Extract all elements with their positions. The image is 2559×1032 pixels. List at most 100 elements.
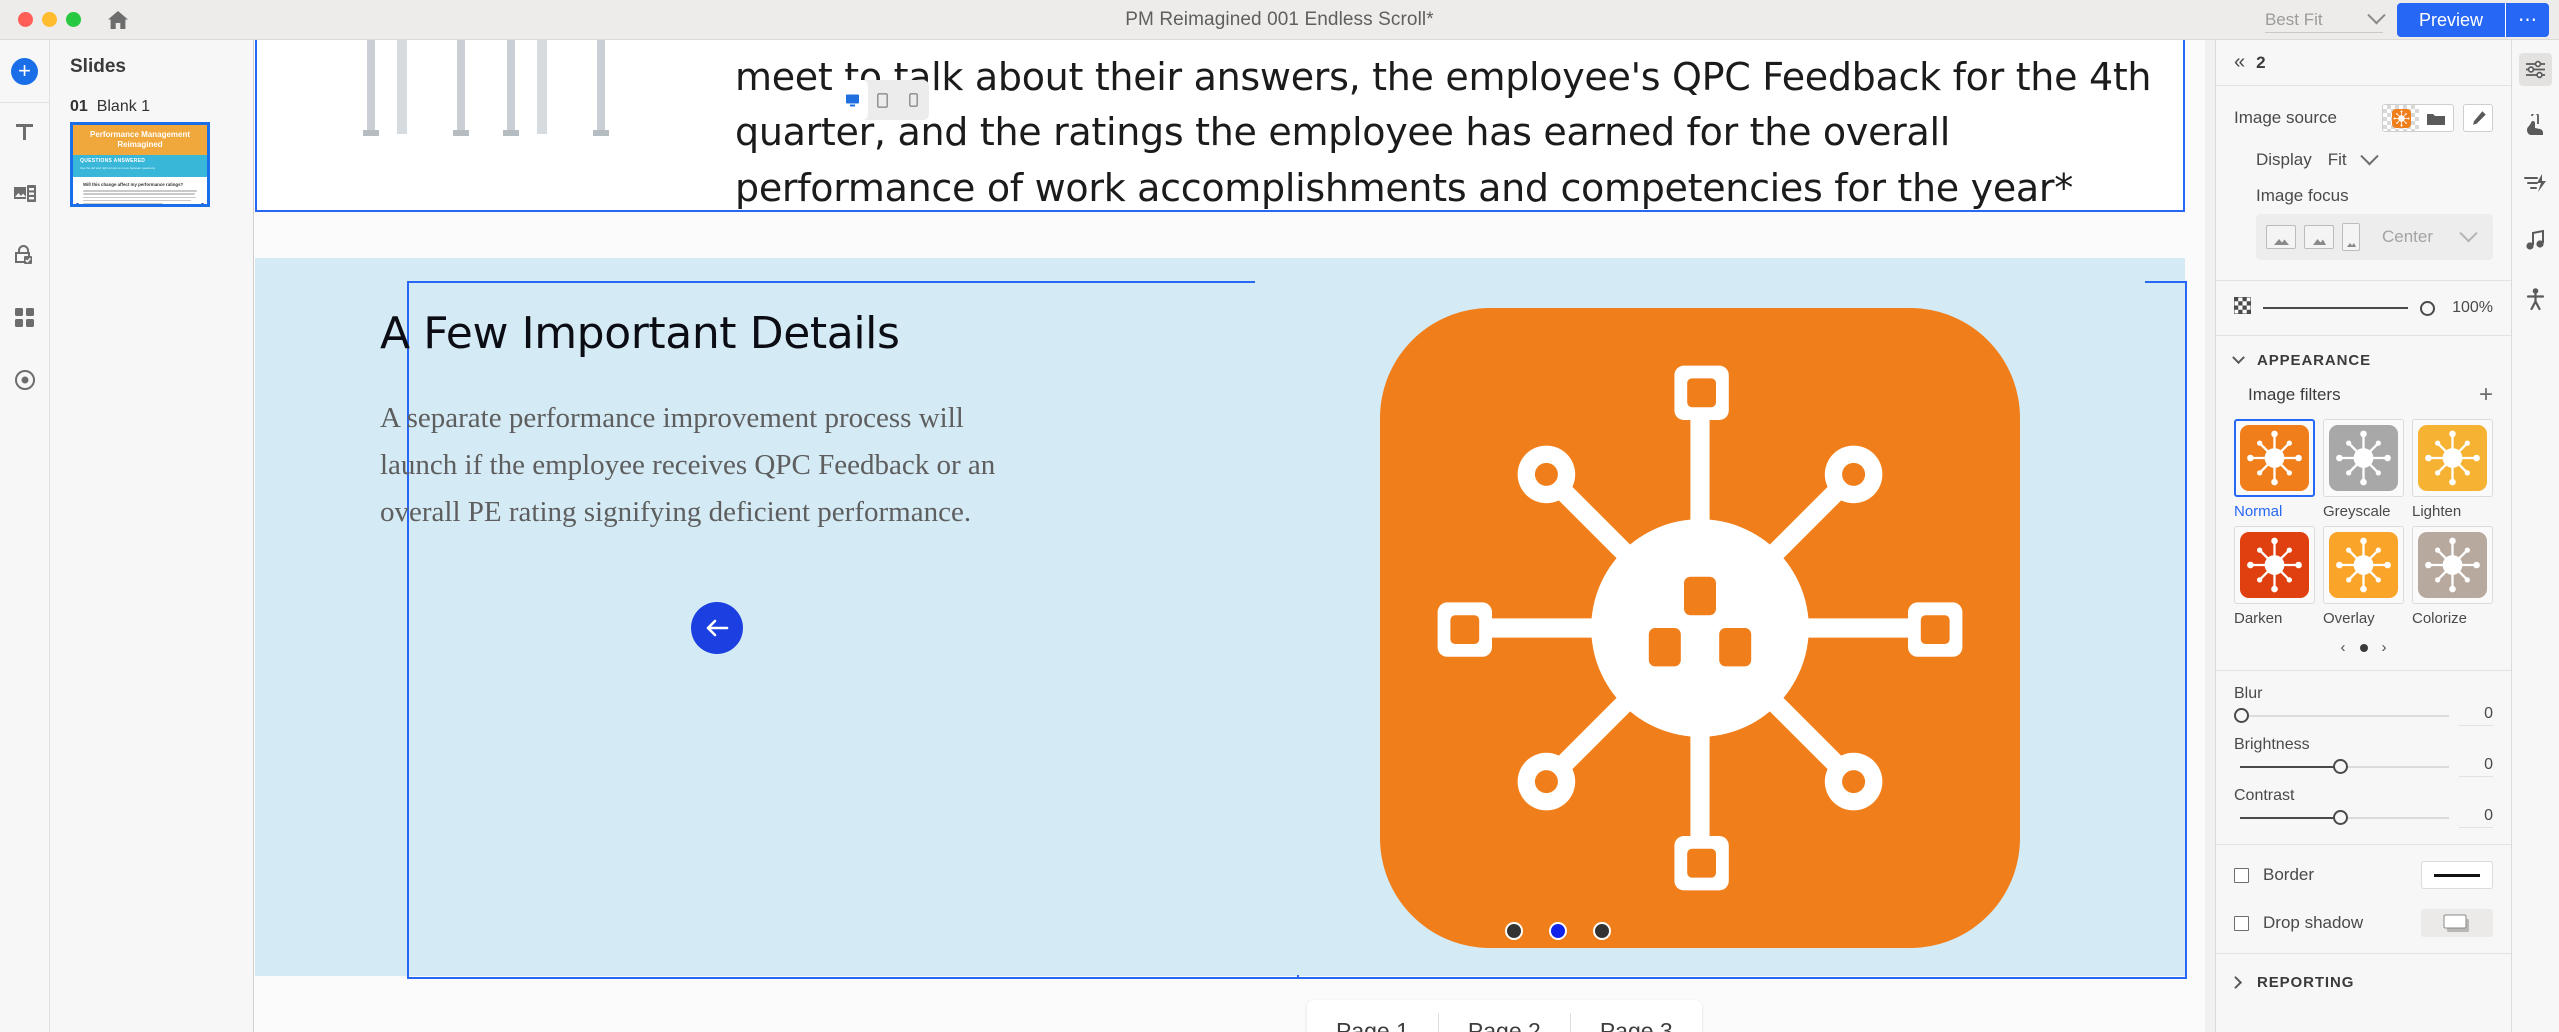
- folder-icon[interactable]: [2419, 105, 2453, 131]
- slide-thumbnail[interactable]: Performance Management Reimagined QUESTI…: [70, 122, 210, 207]
- chevron-down-icon[interactable]: [2359, 146, 2379, 165]
- appearance-section-header[interactable]: APPEARANCE: [2216, 336, 2511, 375]
- thumbnail-body: Will this change affect my performance r…: [73, 177, 207, 204]
- selection-count: 2: [2256, 52, 2266, 72]
- image-zoom-row[interactable]: 100%: [2216, 281, 2511, 336]
- filter-card-colorize[interactable]: Colorize: [2412, 526, 2493, 627]
- display-row[interactable]: Display Fit: [2256, 146, 2493, 170]
- edit-image-button[interactable]: [2463, 104, 2493, 132]
- landscape-focus-icon[interactable]: [2266, 225, 2296, 249]
- drop-shadow-preview[interactable]: [2421, 909, 2493, 937]
- sidebar-item-add[interactable]: +: [0, 40, 49, 102]
- contrast-slider-row[interactable]: 0: [2234, 807, 2493, 828]
- preview-button[interactable]: Preview: [2396, 3, 2505, 37]
- sidebar-item-interaction[interactable]: [0, 227, 49, 289]
- collapse-panel-icon[interactable]: «: [2234, 51, 2245, 74]
- carousel-image[interactable]: [1255, 281, 2145, 975]
- brightness-slider[interactable]: [2234, 759, 2449, 775]
- carousel-copy: A Few Important Details A separate perfo…: [380, 308, 1020, 536]
- border-checkbox[interactable]: [2234, 867, 2249, 883]
- filter-page-next[interactable]: ›: [2382, 639, 2387, 656]
- image-source-picker[interactable]: [2382, 104, 2454, 132]
- narrow-focus-icon[interactable]: [2342, 223, 2360, 251]
- thumbnail-text-line: [83, 196, 196, 199]
- sidebar-item-target[interactable]: [0, 351, 49, 413]
- filter-page-dot[interactable]: [2359, 643, 2368, 652]
- animation-icon: [2524, 173, 2547, 198]
- filter-card-overlay[interactable]: Overlay: [2323, 526, 2404, 627]
- image-filters-label: Image filters: [2248, 385, 2341, 404]
- page-tab-3[interactable]: Page 3: [1571, 1013, 1702, 1032]
- carousel-dot[interactable]: [1505, 922, 1523, 940]
- image-zoom-slider-knob[interactable]: [2420, 300, 2435, 316]
- brightness-slider-row[interactable]: 0: [2234, 756, 2493, 777]
- slide-body-text: A separate performance improvement proce…: [380, 402, 996, 528]
- image-focus-controls[interactable]: Center: [2256, 214, 2493, 260]
- rail-item-accessibility[interactable]: [2512, 272, 2559, 330]
- tablet-view-button[interactable]: [868, 80, 899, 120]
- filter-card-lighten[interactable]: Lighten: [2412, 419, 2493, 520]
- carousel-prev-button[interactable]: [691, 602, 743, 654]
- carousel-dot[interactable]: [1593, 922, 1611, 940]
- image-focus-select[interactable]: Center: [2368, 223, 2483, 247]
- accessibility-icon: [2526, 287, 2545, 315]
- filter-card-darken[interactable]: Darken: [2234, 526, 2315, 627]
- contrast-slider-knob[interactable]: [2332, 810, 2348, 825]
- contrast-slider[interactable]: [2234, 810, 2449, 826]
- page-tab-bar[interactable]: Page 1 Page 2 Page 3: [1307, 1000, 1702, 1032]
- rail-item-settings[interactable]: [2512, 40, 2559, 98]
- filter-page-prev[interactable]: ‹: [2341, 639, 2346, 656]
- blur-value: 0: [2459, 705, 2493, 726]
- mobile-icon: [909, 93, 918, 107]
- target-icon: [14, 369, 36, 396]
- blur-slider-row[interactable]: 0: [2234, 705, 2493, 726]
- image-filter-grid[interactable]: Normal Greyscale Lighten Darken Overlay …: [2216, 407, 2511, 627]
- drop-shadow-label: Drop shadow: [2263, 913, 2364, 932]
- overflow-menu-button[interactable]: ⋯: [2505, 3, 2549, 37]
- chevron-right-icon: [2229, 976, 2243, 989]
- page-tab-1[interactable]: Page 1: [1307, 1013, 1439, 1032]
- brightness-slider-knob[interactable]: [2332, 759, 2348, 774]
- display-value: Fit: [2327, 150, 2347, 169]
- device-preview-toolbar[interactable]: [837, 80, 929, 120]
- appearance-title: APPEARANCE: [2257, 352, 2372, 369]
- filter-pager[interactable]: ‹ ›: [2216, 627, 2511, 671]
- blur-slider-knob[interactable]: [2234, 708, 2249, 723]
- sidebar-item-media[interactable]: [0, 165, 49, 227]
- page-tab-2[interactable]: Page 2: [1439, 1013, 1571, 1032]
- canvas-area[interactable]: meet to talk about their answers, the em…: [255, 40, 2215, 1032]
- border-style-preview[interactable]: [2421, 861, 2493, 889]
- slide-number: 01: [70, 98, 88, 115]
- image-zoom-slider-track[interactable]: [2263, 307, 2408, 309]
- filter-card-normal[interactable]: Normal: [2234, 419, 2315, 520]
- sidebar-item-shape[interactable]: [0, 289, 49, 351]
- zoom-select[interactable]: Best Fit: [2264, 6, 2386, 33]
- filter-label: Darken: [2234, 610, 2283, 627]
- carousel-dot-indicator[interactable]: [1505, 922, 1611, 940]
- slide-top-text: meet to talk about their answers, the em…: [735, 55, 2152, 210]
- audio-note-icon: [2526, 229, 2545, 256]
- slide-list-item-label: 01 Blank 1: [50, 78, 253, 122]
- blur-slider[interactable]: [2234, 708, 2449, 724]
- image-filters-header[interactable]: Image filters +: [2216, 375, 2511, 407]
- chevron-down-icon: [2232, 351, 2245, 365]
- image-focus-value: Center: [2382, 227, 2434, 246]
- reporting-section-header[interactable]: REPORTING: [2216, 954, 2511, 997]
- rail-item-interaction[interactable]: [2512, 98, 2559, 156]
- filter-card-greyscale[interactable]: Greyscale: [2323, 419, 2404, 520]
- sidebar-item-text[interactable]: [0, 103, 49, 165]
- drop-shadow-row[interactable]: Drop shadow: [2216, 905, 2511, 953]
- desktop-view-button[interactable]: [837, 80, 868, 120]
- border-row[interactable]: Border: [2216, 845, 2511, 905]
- canvas-scrollbar[interactable]: [2205, 40, 2215, 1032]
- drop-shadow-checkbox[interactable]: [2234, 915, 2249, 931]
- tablet-icon: [877, 92, 889, 108]
- carousel-dot-active[interactable]: [1549, 922, 1567, 940]
- portrait-focus-icon[interactable]: [2304, 225, 2334, 249]
- rail-item-audio[interactable]: [2512, 214, 2559, 272]
- add-filter-button[interactable]: +: [2479, 383, 2493, 407]
- image-thumbnail-preview: [2383, 105, 2419, 131]
- mobile-view-button[interactable]: [898, 80, 929, 120]
- slide-top-section[interactable]: meet to talk about their answers, the em…: [255, 40, 2185, 212]
- rail-item-animation[interactable]: [2512, 156, 2559, 214]
